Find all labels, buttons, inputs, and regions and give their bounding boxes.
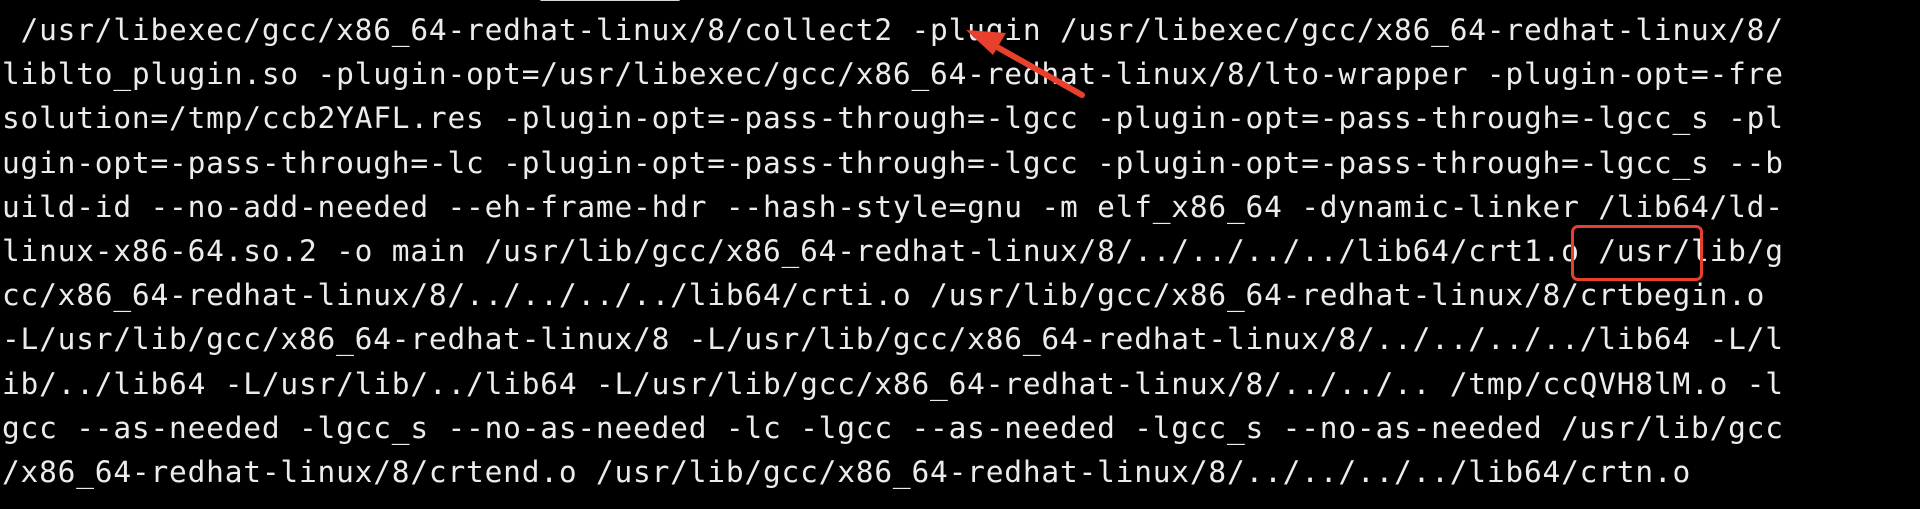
cropped-glyph-fragment: [540, 0, 680, 1]
terminal-line-11: /x86_64-redhat-linux/8/crtend.o /usr/lib…: [2, 454, 1692, 489]
terminal-line-8: -L/usr/lib/gcc/x86_64-redhat-linux/8 -L/…: [2, 322, 1784, 357]
terminal-line-5: uild-id --no-add-needed --eh-frame-hdr -…: [2, 189, 1784, 224]
terminal-window: /usr/libexec/gcc/x86_64-redhat-linux/8/c…: [0, 0, 1920, 509]
crt1-highlight-box-icon: [1571, 225, 1703, 281]
terminal-line-2: liblto_plugin.so -plugin-opt=/usr/libexe…: [2, 57, 1784, 92]
terminal-line-10: gcc --as-needed -lgcc_s --no-as-needed -…: [2, 410, 1784, 445]
terminal-line-9: ib/../lib64 -L/usr/lib/../lib64 -L/usr/l…: [2, 366, 1784, 401]
terminal-line-3: solution=/tmp/ccb2YAFL.res -plugin-opt=-…: [2, 101, 1784, 136]
terminal-line-1: /usr/libexec/gcc/x86_64-redhat-linux/8/c…: [2, 13, 1784, 47]
terminal-line-4: ugin-opt=-pass-through=-lc -plugin-opt=-…: [2, 145, 1784, 180]
